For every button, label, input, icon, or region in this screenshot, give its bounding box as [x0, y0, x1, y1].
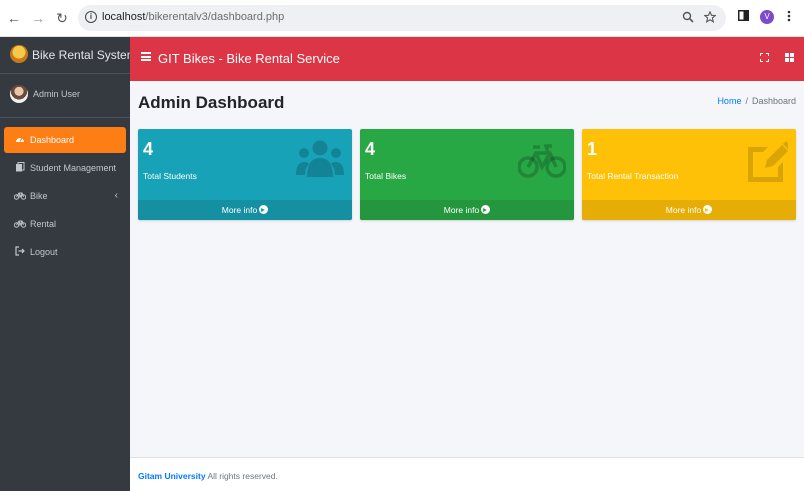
breadcrumb-home-link[interactable]: Home: [717, 96, 741, 106]
sidebar-item-dashboard[interactable]: Dashboard: [4, 127, 126, 153]
url-path: /bikerentalv3/dashboard.php: [145, 11, 285, 23]
footer-rights: All rights reserved.: [205, 471, 278, 481]
fullscreen-icon[interactable]: [760, 53, 769, 62]
sidebar-item-student-management[interactable]: Student Management: [4, 155, 126, 181]
more-menu-icon[interactable]: [787, 10, 791, 22]
dashboard-icon: [16, 137, 24, 142]
profile-avatar[interactable]: V: [760, 10, 774, 24]
sidebar-item-logout[interactable]: Logout: [4, 239, 126, 265]
sign-out-icon: [15, 246, 25, 256]
edit-icon: [748, 141, 788, 182]
stat-label: Total Students: [143, 171, 197, 181]
zoom-icon[interactable]: [682, 11, 694, 23]
bicycle-icon: [518, 144, 566, 178]
page-title: Admin Dashboard: [138, 93, 285, 112]
more-info-link[interactable]: More info: [138, 200, 352, 220]
url-host: localhost: [102, 11, 146, 23]
bicycle-icon: [14, 192, 26, 200]
browser-toolbar: ← → ↻ i localhost/bikerentalv3/dashboard…: [0, 0, 804, 37]
stat-value: 4: [143, 139, 154, 159]
back-arrow-icon[interactable]: ←: [6, 10, 22, 26]
sidebar-item-label: Bike: [30, 191, 48, 201]
sidebar-item-label: Student Management: [30, 163, 117, 173]
brand-link[interactable]: Bike Rental System: [0, 37, 137, 74]
stat-value: 1: [587, 139, 598, 159]
arrow-circle-right-icon: [259, 205, 269, 214]
user-avatar: [10, 85, 28, 103]
url-text[interactable]: localhost/bikerentalv3/dashboard.php: [102, 11, 284, 23]
arrow-circle-right-icon: [703, 205, 713, 214]
users-icon: [296, 140, 344, 177]
brand-text: Bike Rental System: [32, 48, 137, 62]
footer-org-link[interactable]: Gitam University: [138, 471, 206, 481]
arrow-circle-right-icon: [481, 205, 491, 214]
sidebar-item-rental[interactable]: Rental: [4, 211, 126, 237]
site-info-icon[interactable]: i: [85, 11, 97, 23]
copy-icon: [16, 162, 25, 172]
breadcrumb-current: Dashboard: [751, 96, 796, 106]
stat-value: 4: [365, 139, 376, 159]
address-bar[interactable]: i localhost/bikerentalv3/dashboard.php: [78, 5, 726, 31]
user-name: Admin User: [33, 89, 81, 99]
side-panel-icon[interactable]: [738, 10, 749, 21]
breadcrumb-separator: /: [745, 96, 748, 106]
brand-logo: [10, 45, 28, 63]
more-info-label: More info: [443, 205, 480, 215]
breadcrumb: Home / Dashboard: [717, 96, 796, 106]
forward-arrow-icon[interactable]: →: [30, 10, 46, 26]
sidebar-item-label: Rental: [30, 219, 57, 229]
more-info-link[interactable]: More info: [582, 200, 796, 220]
control-sidebar-grid-icon[interactable]: [785, 53, 794, 62]
footer-text: Gitam University All rights reserved.: [138, 471, 278, 481]
bookmark-star-icon[interactable]: [704, 11, 716, 23]
chevron-left-icon: ‹: [114, 190, 118, 201]
menu-toggle-icon[interactable]: [141, 52, 151, 61]
stat-label: Total Bikes: [365, 171, 407, 181]
stat-box-bikes: 4 Total Bikes More info: [360, 129, 574, 220]
sidebar: Bike Rental System Admin User Dashboard …: [0, 37, 137, 491]
navbar-title: GIT Bikes - Bike Rental Service: [158, 51, 340, 66]
sidebar-item-label: Dashboard: [30, 135, 75, 145]
stat-label: Total Rental Transaction: [587, 171, 679, 181]
more-info-label: More info: [665, 205, 702, 215]
more-info-link[interactable]: More info: [360, 200, 574, 220]
top-navbar: GIT Bikes - Bike Rental Service: [130, 37, 804, 81]
stat-box-rental-transactions: 1 Total Rental Transaction More info: [582, 129, 796, 220]
more-info-label: More info: [221, 205, 258, 215]
main-footer: Gitam University All rights reserved.: [130, 457, 804, 491]
sidebar-item-bike[interactable]: Bike ‹: [4, 183, 126, 209]
sidebar-item-label: Logout: [30, 247, 58, 257]
stat-box-students: 4 Total Students More info: [138, 129, 352, 220]
bicycle-icon: [14, 220, 26, 228]
user-panel[interactable]: Admin User: [0, 74, 130, 118]
reload-icon[interactable]: ↻: [54, 10, 70, 26]
